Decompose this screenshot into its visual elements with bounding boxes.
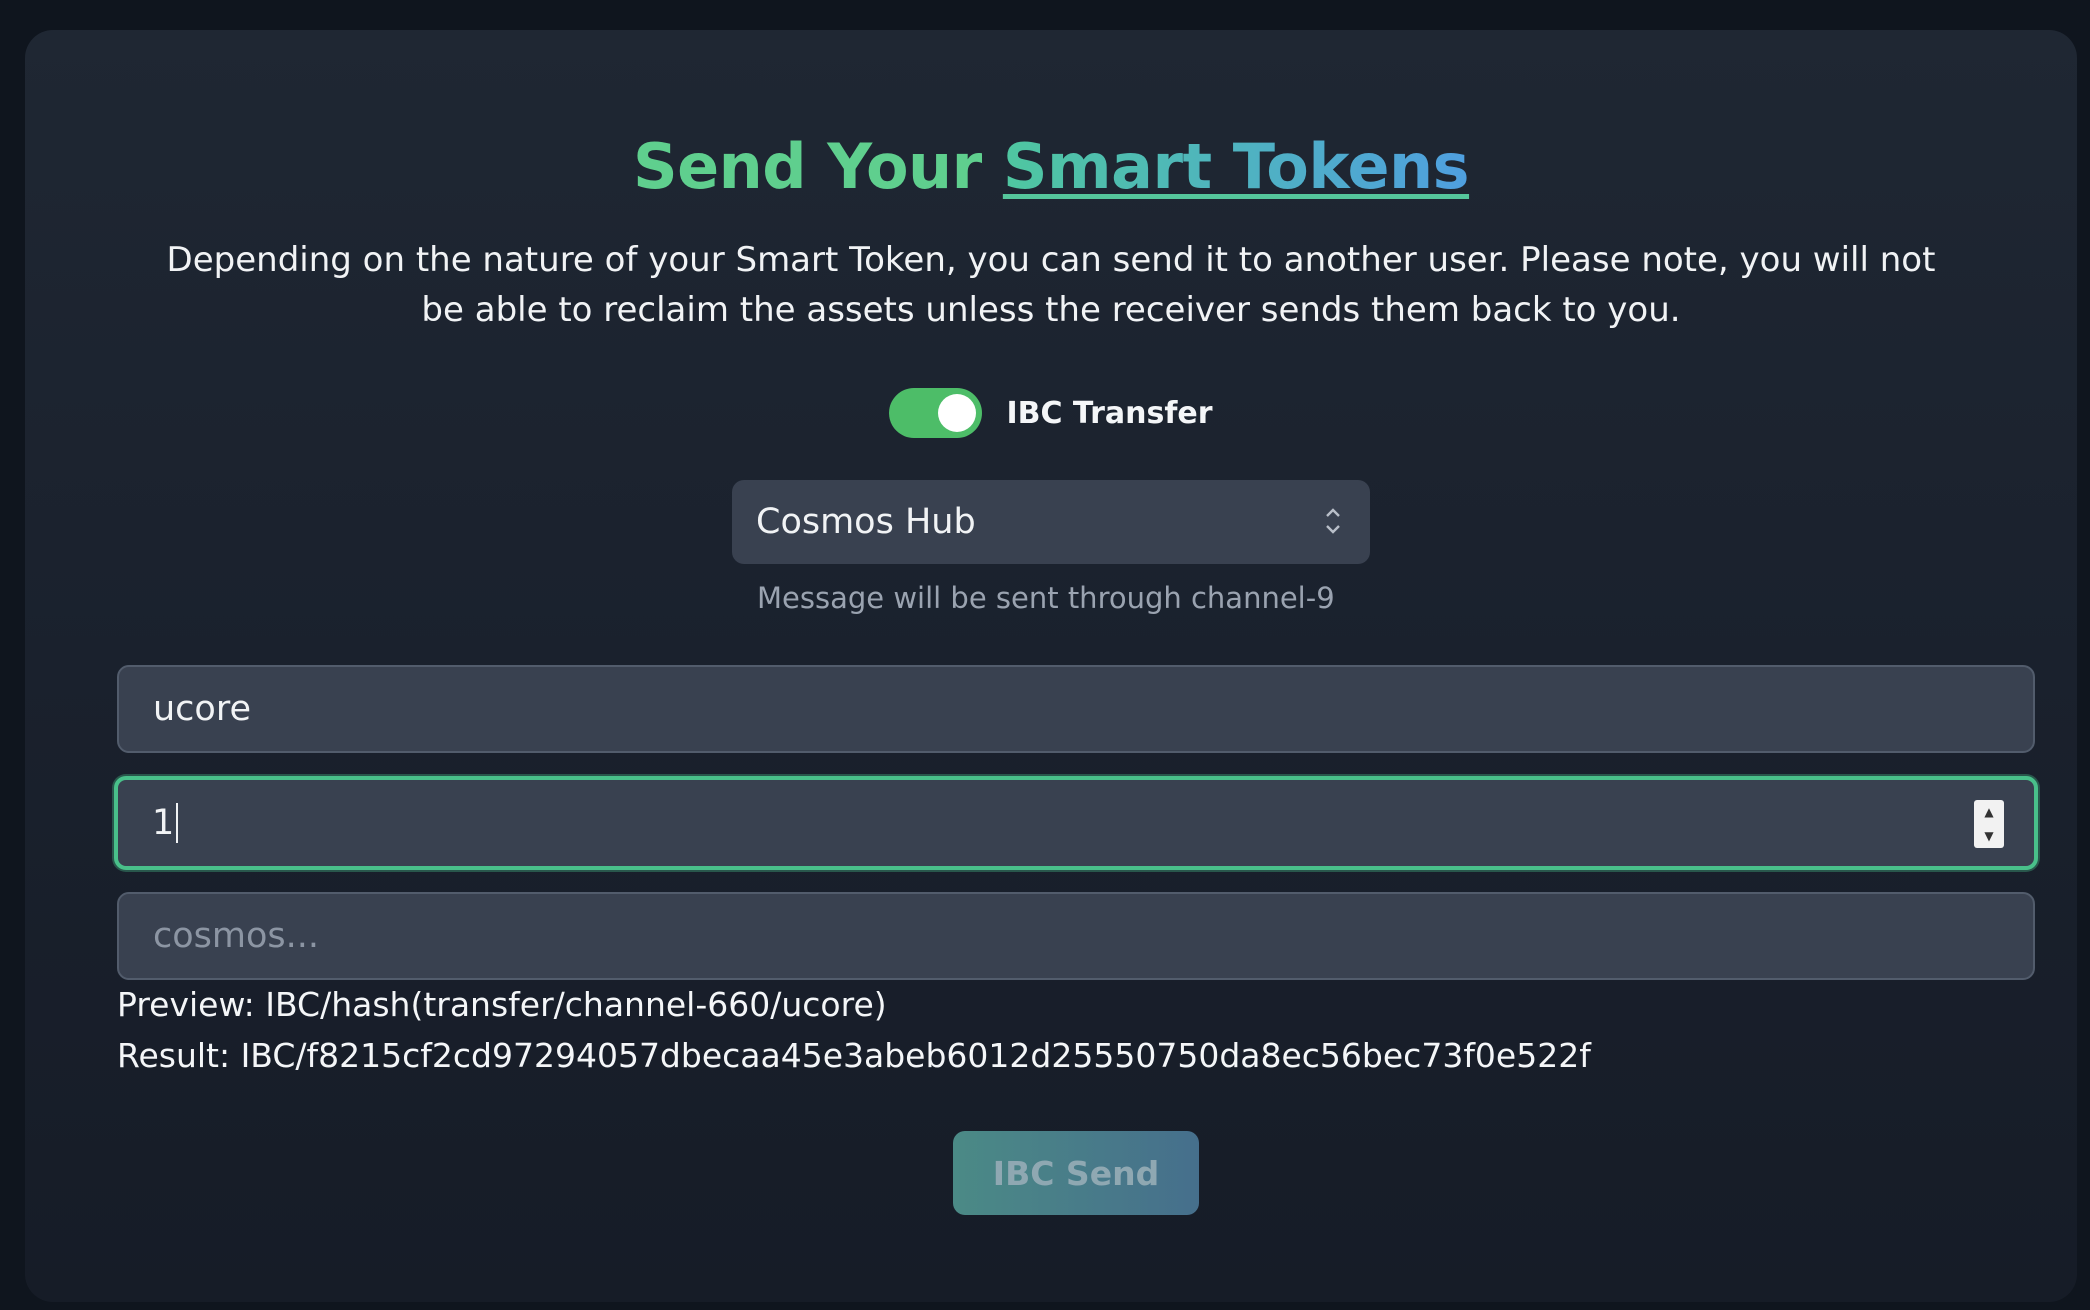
- denom-result: Result: IBC/f8215cf2cd97294057dbecaa45e3…: [117, 1036, 1591, 1075]
- amount-stepper[interactable]: ▲ ▼: [1974, 800, 2004, 848]
- ibc-send-button[interactable]: IBC Send: [953, 1131, 1199, 1215]
- ibc-transfer-label: IBC Transfer: [1006, 395, 1213, 431]
- send-tokens-card: Send Your Smart Tokens Depending on the …: [25, 30, 2077, 1302]
- page-title: Send Your Smart Tokens: [25, 128, 2077, 206]
- chain-select[interactable]: Cosmos Hub: [732, 480, 1370, 564]
- chevron-updown-icon: [1320, 504, 1346, 541]
- channel-hint: Message will be sent through channel-9: [757, 581, 1335, 615]
- ibc-toggle-row: IBC Transfer: [25, 388, 2077, 438]
- denom-input-value: ucore: [153, 689, 251, 729]
- toggle-knob: [938, 394, 977, 432]
- denom-preview: Preview: IBC/hash(transfer/channel-660/u…: [117, 985, 887, 1024]
- stepper-down-icon[interactable]: ▼: [1984, 830, 1993, 842]
- denom-input[interactable]: ucore: [117, 665, 2035, 753]
- text-caret: [176, 803, 179, 843]
- amount-input[interactable]: 1 ▲ ▼: [114, 776, 2038, 870]
- title-highlight: Smart Tokens: [1002, 130, 1470, 203]
- chain-select-value: Cosmos Hub: [756, 502, 976, 542]
- stepper-up-icon[interactable]: ▲: [1984, 806, 1993, 818]
- page-description: Depending on the nature of your Smart To…: [166, 240, 1936, 330]
- title-prefix: Send Your: [632, 130, 1003, 203]
- recipient-placeholder: cosmos...: [153, 916, 320, 956]
- recipient-address-input[interactable]: cosmos...: [117, 892, 2035, 980]
- ibc-transfer-toggle[interactable]: [889, 388, 983, 438]
- amount-input-value: 1: [152, 803, 175, 843]
